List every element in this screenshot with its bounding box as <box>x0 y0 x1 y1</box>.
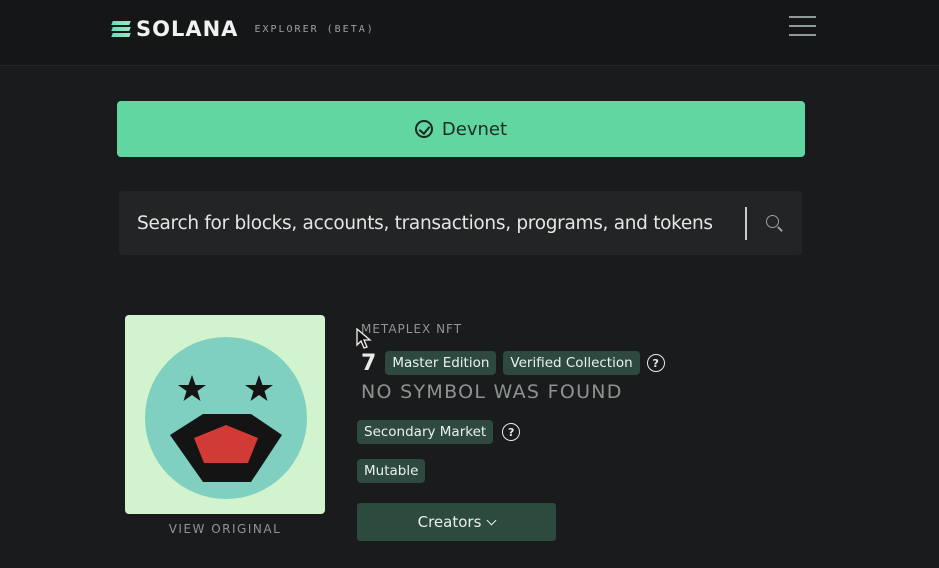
solana-logo-icon <box>111 21 131 37</box>
search-bar <box>119 191 802 255</box>
question-circle-icon[interactable]: ? <box>646 354 665 372</box>
mouse-cursor-icon <box>356 328 372 349</box>
master-edition-badge: Master Edition <box>385 351 497 375</box>
creators-dropdown-button[interactable]: Creators <box>357 503 556 541</box>
nft-image[interactable] <box>125 315 325 514</box>
view-original-link[interactable]: VIEW ORIGINAL <box>125 522 325 536</box>
search-input[interactable] <box>137 191 737 255</box>
mutable-row: Mutable <box>357 459 426 483</box>
market-row: Secondary Market ? <box>357 420 521 444</box>
network-selector-button[interactable]: Devnet <box>117 101 805 157</box>
edition-number: 7 <box>361 350 377 376</box>
hamburger-menu-icon[interactable] <box>789 16 816 38</box>
nft-symbol: NO SYMBOL WAS FOUND <box>361 381 623 403</box>
solana-logo[interactable]: SOLANA EXPLORER (BETA) <box>111 17 375 41</box>
network-label: Devnet <box>441 118 508 140</box>
creators-label: Creators <box>417 513 482 531</box>
chevron-down-icon <box>486 515 497 525</box>
question-circle-icon[interactable]: ? <box>502 423 521 441</box>
brand-subtitle: EXPLORER (BETA) <box>254 23 375 35</box>
nft-artwork <box>145 337 307 499</box>
search-divider <box>745 207 747 240</box>
secondary-market-badge: Secondary Market <box>357 420 494 444</box>
check-circle-icon <box>414 120 433 138</box>
top-navbar: SOLANA EXPLORER (BETA) <box>0 0 939 66</box>
brand-name: SOLANA <box>136 17 239 41</box>
edition-row: 7 Master Edition Verified Collection ? <box>361 350 665 376</box>
search-icon[interactable] <box>766 215 783 232</box>
nft-category-label: METAPLEX NFT <box>361 322 463 336</box>
verified-collection-badge: Verified Collection <box>503 351 640 375</box>
mutable-badge: Mutable <box>357 459 426 483</box>
